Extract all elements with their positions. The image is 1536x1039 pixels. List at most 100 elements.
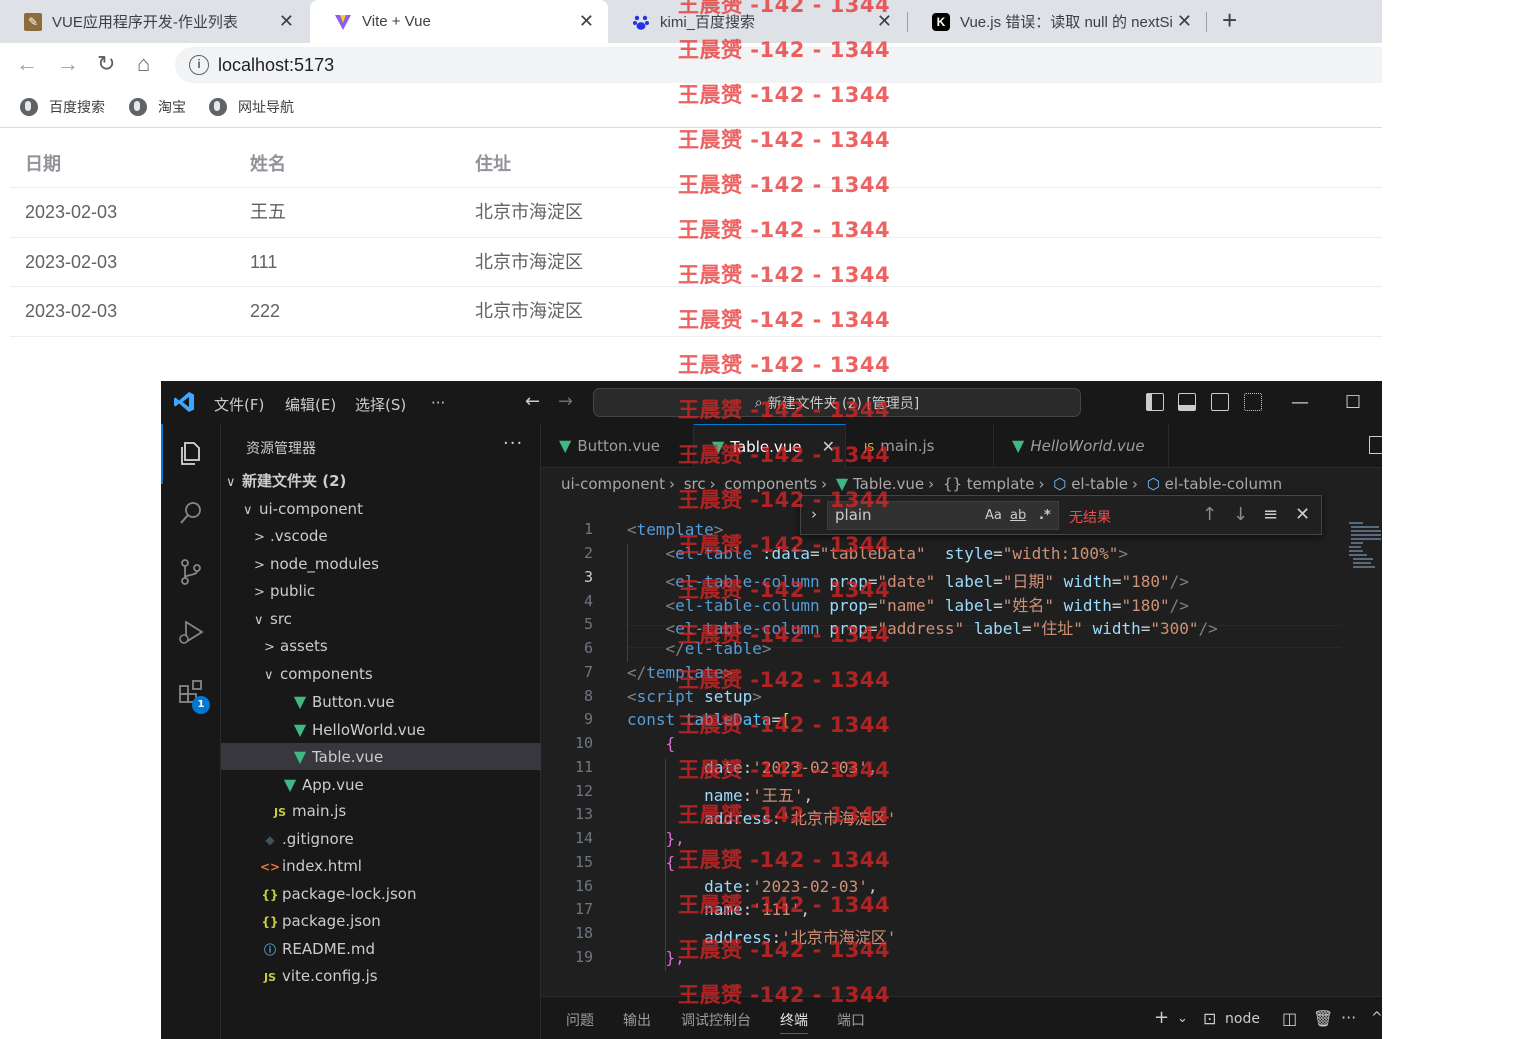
panel-tab-problems[interactable]: 问题 — [566, 1010, 594, 1030]
site-info-icon[interactable]: i — [189, 55, 209, 75]
panel-tab-debug-console[interactable]: 调试控制台 — [681, 1010, 751, 1030]
back-arrow-icon[interactable]: ← — [16, 51, 38, 77]
panel-tab-output[interactable]: 输出 — [623, 1010, 651, 1030]
previous-match-arrow-icon[interactable]: ↑ — [1202, 504, 1217, 525]
tree-item[interactable]: > public — [221, 578, 541, 605]
code-line: </template> — [627, 663, 733, 682]
forward-arrow-icon[interactable]: → — [57, 51, 79, 77]
editor-tab-helloworld-vue[interactable]: ▼ HelloWorld.vue — [994, 424, 1169, 468]
tree-item[interactable]: > assets — [221, 633, 541, 660]
close-tab-icon[interactable]: ✕ — [877, 11, 892, 32]
toggle-panel-icon[interactable] — [1178, 393, 1196, 411]
toggle-replace-chevron-icon[interactable]: › — [811, 505, 817, 523]
run-debug-icon[interactable] — [176, 617, 206, 647]
tree-item-label: HelloWorld.vue — [312, 720, 426, 739]
close-tab-icon[interactable]: ✕ — [822, 425, 835, 468]
trash-icon[interactable]: 🗑 — [1313, 1009, 1333, 1028]
baidu-icon — [632, 13, 650, 31]
customize-layout-icon[interactable] — [1244, 393, 1262, 411]
editor-tab-table-vue[interactable]: ▼ Table.vue ✕ — [694, 424, 846, 468]
address-bar[interactable]: i localhost:5173 — [175, 47, 1382, 83]
menu-file[interactable]: 文件(F) — [214, 394, 264, 415]
minimap[interactable] — [1347, 520, 1382, 580]
close-find-icon[interactable]: ✕ — [1295, 504, 1310, 525]
nav-back-arrow-icon[interactable]: ← — [525, 391, 540, 412]
tree-item[interactable]: ∨ 新建文件夹 (2) — [221, 468, 541, 495]
toggle-secondary-sidebar-icon[interactable] — [1211, 393, 1229, 411]
tree-item[interactable]: ▼ Button.vue — [221, 688, 541, 715]
browser-tab-kimi-baidu[interactable]: kimi_百度搜索 ✕ — [608, 0, 906, 43]
close-tab-icon[interactable]: ✕ — [1177, 11, 1192, 32]
code-line: }, — [665, 829, 685, 848]
breadcrumb-item[interactable]: ui-component — [561, 475, 665, 493]
browser-tab-homework[interactable]: ✎ VUE应用程序开发-作业列表 ✕ — [0, 0, 308, 43]
tree-item[interactable]: {} package-lock.json — [221, 881, 541, 908]
close-tab-icon[interactable]: ✕ — [279, 11, 294, 32]
toggle-sidebar-icon[interactable] — [1146, 393, 1164, 411]
tree-item[interactable]: ▼ HelloWorld.vue — [221, 716, 541, 743]
breadcrumb-item[interactable]: src — [684, 475, 706, 493]
explorer-more-icon[interactable]: ··· — [503, 433, 523, 454]
bookmark-taobao[interactable]: 淘宝 — [129, 97, 186, 117]
breadcrumb-item[interactable]: el-table — [1071, 475, 1128, 493]
close-tab-icon[interactable]: ✕ — [579, 11, 594, 32]
new-tab-plus-icon[interactable]: + — [1222, 5, 1237, 36]
breadcrumb-item[interactable]: {} template — [943, 475, 1035, 493]
new-terminal-plus-icon[interactable]: + — [1154, 1007, 1169, 1028]
split-terminal-icon[interactable]: ◫ — [1282, 1009, 1297, 1028]
breadcrumb-item[interactable]: el-table-column — [1165, 475, 1282, 493]
menu-edit[interactable]: 编辑(E) — [285, 394, 336, 415]
more-actions-icon[interactable]: ··· — [1341, 1008, 1356, 1027]
minimize-icon[interactable]: — — [1291, 392, 1309, 413]
match-whole-word-toggle[interactable]: ab — [1010, 508, 1026, 523]
browser-tab-vite-vue[interactable]: Vite + Vue ✕ — [310, 0, 608, 43]
tree-item-label: src — [270, 609, 292, 628]
tree-item[interactable]: ◆ .gitignore — [221, 826, 541, 853]
watermark-text: 王晨赟 -142 - 1344 — [678, 353, 891, 377]
source-control-icon[interactable] — [176, 557, 206, 587]
tree-item[interactable]: {} package.json — [221, 908, 541, 935]
split-editor-icon[interactable] — [1369, 436, 1382, 454]
tree-item[interactable]: ∨ components — [221, 661, 541, 688]
breadcrumb-item[interactable]: components — [724, 475, 817, 493]
nav-forward-arrow-icon[interactable]: → — [558, 391, 573, 412]
tree-item[interactable]: ∨ src — [221, 606, 541, 633]
chevron-down-icon[interactable]: ⌄ — [1177, 1011, 1188, 1026]
bookmark-baidu-search[interactable]: 百度搜索 — [20, 97, 105, 117]
find-widget: › plain Aa ab .* 无结果 ↑ ↓ ≡ ✕ — [800, 495, 1322, 535]
editor-tab-button-vue[interactable]: ▼ Button.vue — [541, 424, 694, 468]
tree-item[interactable]: ∨ ui-component — [221, 496, 541, 523]
tree-item[interactable]: ▼ App.vue — [221, 771, 541, 798]
home-icon[interactable]: ⌂ — [137, 51, 150, 77]
panel-tab-ports[interactable]: 端口 — [837, 1010, 865, 1030]
command-center[interactable]: ⌕ 新建文件夹 (2) [管理员] — [593, 388, 1081, 417]
browser-tab-vue-error[interactable]: K Vue.js 错误：读取 null 的 nextSi ✕ — [908, 0, 1206, 43]
tree-item[interactable]: ⓘ README.md — [221, 936, 541, 963]
match-case-toggle[interactable]: Aa — [985, 508, 1002, 523]
tree-item[interactable]: JS vite.config.js — [221, 963, 541, 990]
find-in-selection-icon[interactable]: ≡ — [1263, 504, 1278, 525]
tree-item[interactable]: JS main.js — [221, 798, 541, 825]
panel-tab-terminal[interactable]: 终端 — [780, 1010, 808, 1034]
bookmark-url-nav[interactable]: 网址导航 — [209, 97, 294, 117]
menu-selection[interactable]: 选择(S) — [355, 394, 406, 415]
tree-item[interactable]: > .vscode — [221, 523, 541, 550]
git-file-icon: ◆ — [265, 832, 275, 847]
chevron-up-icon[interactable]: ^ — [1371, 1010, 1382, 1026]
search-icon[interactable] — [176, 498, 206, 528]
vue-file-icon: ▼ — [559, 436, 572, 455]
menu-more[interactable]: ··· — [431, 394, 445, 412]
tree-item[interactable]: > node_modules — [221, 551, 541, 578]
terminal-name[interactable]: node — [1225, 1011, 1260, 1027]
use-regex-toggle[interactable]: .* — [1039, 508, 1051, 523]
next-match-arrow-icon[interactable]: ↓ — [1233, 504, 1248, 525]
tree-item-label: index.html — [282, 857, 362, 875]
tree-item[interactable]: ▼ Table.vue — [221, 743, 541, 770]
reload-icon[interactable]: ↻ — [97, 51, 115, 77]
breadcrumb-item[interactable]: Table.vue — [853, 475, 924, 493]
explorer-files-icon[interactable] — [176, 438, 206, 468]
maximize-icon[interactable]: ☐ — [1345, 392, 1361, 413]
editor-tab-main-js[interactable]: JS main.js — [846, 424, 994, 468]
tree-item[interactable]: <> index.html — [221, 853, 541, 880]
tab-separator — [1206, 12, 1207, 32]
